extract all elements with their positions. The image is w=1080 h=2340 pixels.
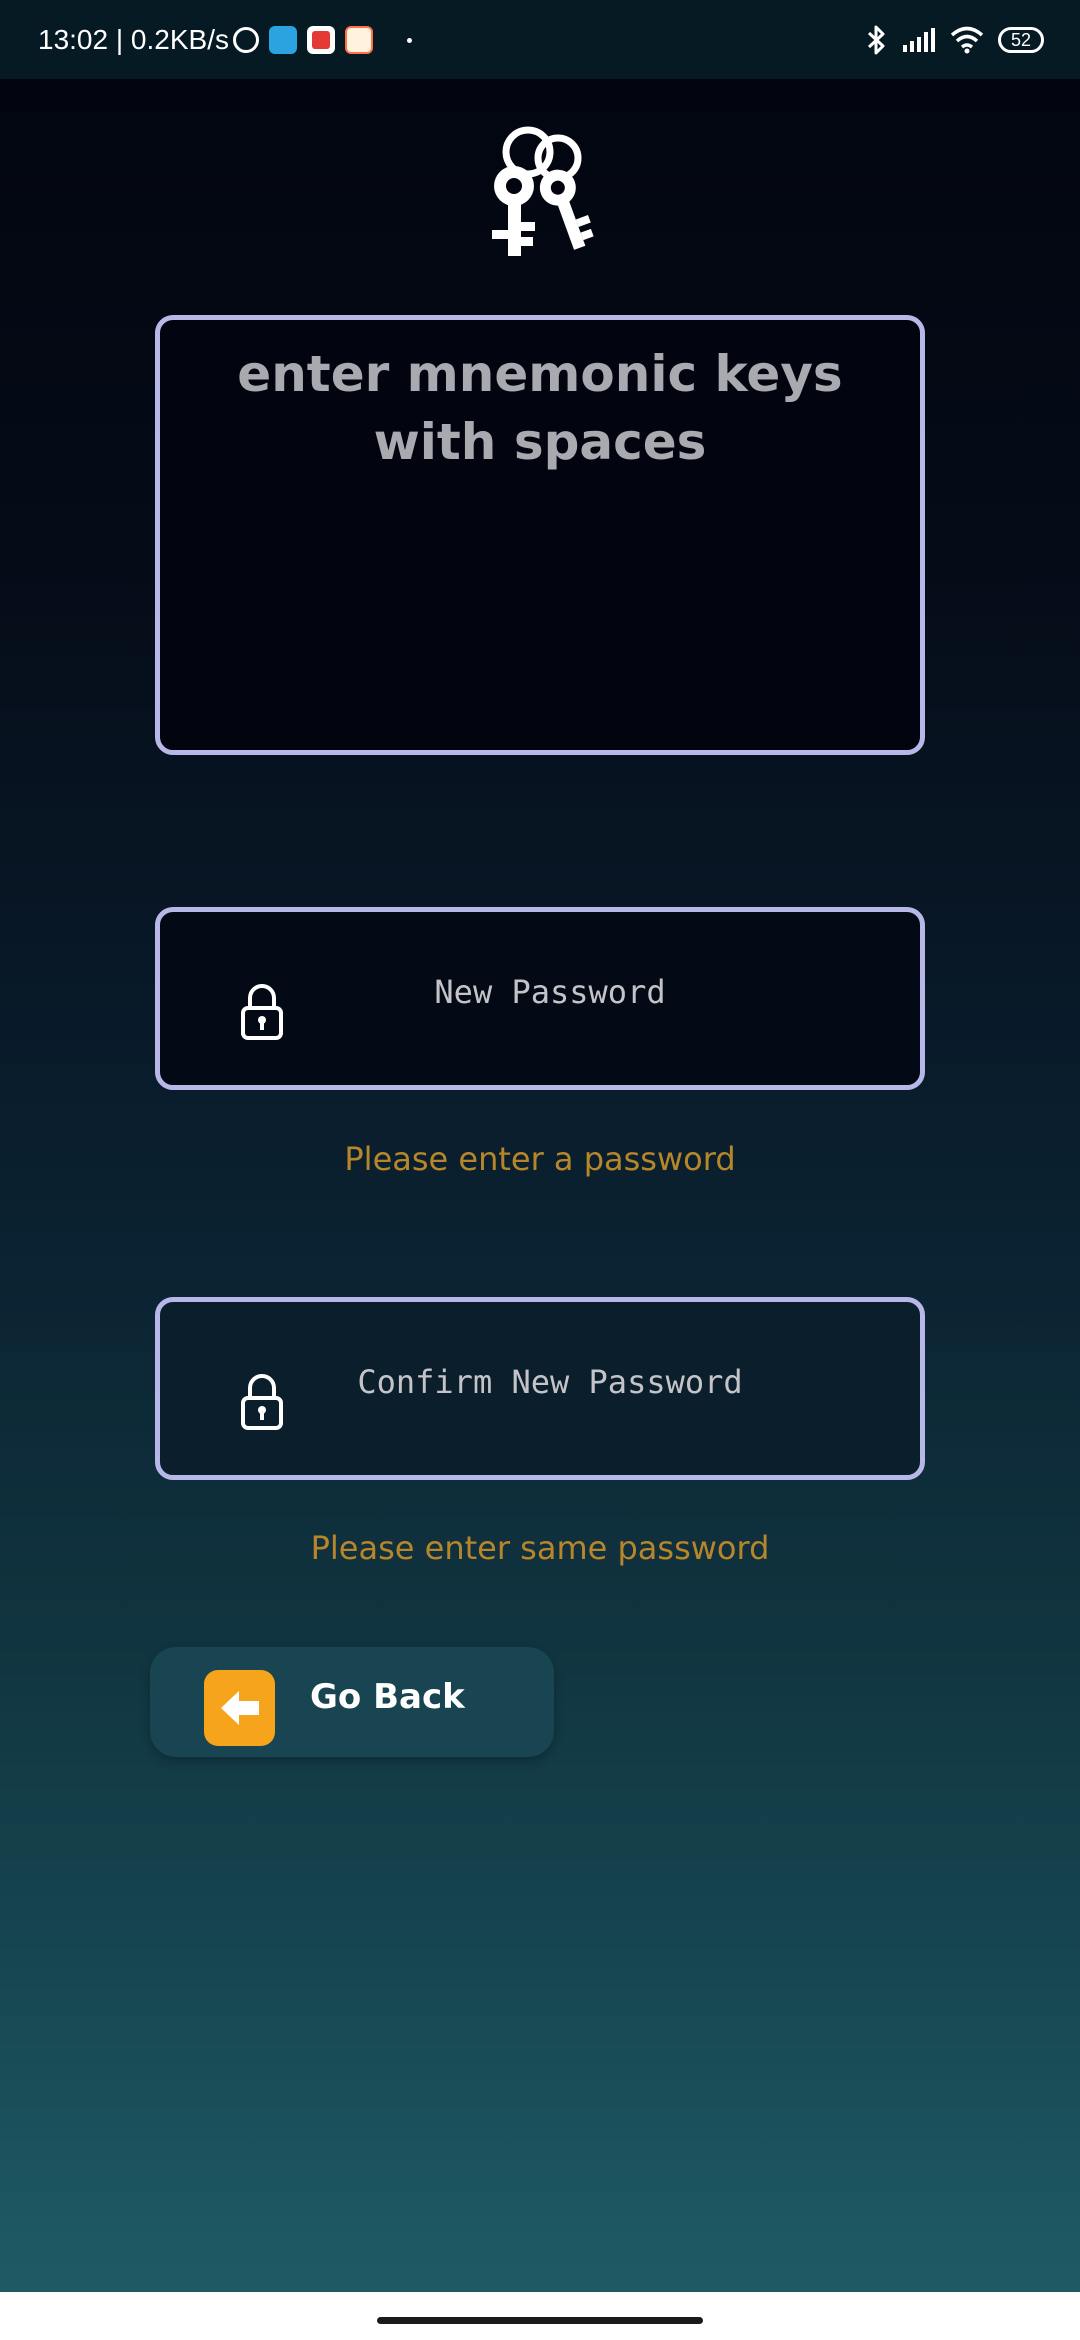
battery-icon: 52 bbox=[998, 27, 1044, 53]
lock-icon bbox=[241, 984, 283, 1040]
signal-icon bbox=[903, 28, 935, 52]
confirm-password-input[interactable] bbox=[300, 1342, 800, 1422]
status-bar-left: 13:02 | 0.2KB/s bbox=[38, 20, 412, 60]
mnemonic-input[interactable] bbox=[180, 340, 900, 730]
app-notification-icon bbox=[344, 26, 373, 54]
status-separator: | bbox=[108, 24, 131, 55]
lock-icon bbox=[241, 1374, 283, 1430]
alarm-icon bbox=[232, 27, 259, 53]
go-back-label: Go Back bbox=[310, 1677, 465, 1717]
telegram-icon bbox=[268, 26, 297, 54]
arrow-left-icon bbox=[204, 1670, 275, 1746]
go-back-button[interactable]: Go Back bbox=[150, 1647, 554, 1757]
status-bar-right: 52 bbox=[866, 18, 1044, 62]
wifi-icon bbox=[950, 26, 984, 54]
more-notifications-dot bbox=[406, 37, 412, 43]
bluetooth-icon bbox=[867, 25, 885, 55]
new-password-input[interactable] bbox=[300, 952, 800, 1032]
app-notification-icon bbox=[306, 26, 335, 54]
screen: 13:02 | 0.2KB/s 52 enter mnemonic keys w… bbox=[0, 0, 1080, 2340]
keys-icon bbox=[492, 126, 594, 256]
new-password-error: Please enter a password bbox=[344, 1140, 736, 1178]
status-network-speed: 0.2KB/s bbox=[130, 24, 229, 55]
home-indicator[interactable] bbox=[377, 2317, 703, 2324]
new-password-field[interactable] bbox=[155, 907, 925, 1090]
mnemonic-field[interactable] bbox=[155, 315, 925, 755]
confirm-password-error: Please enter same password bbox=[310, 1529, 770, 1567]
confirm-password-field[interactable] bbox=[155, 1297, 925, 1480]
status-bar: 13:02 | 0.2KB/s 52 bbox=[0, 0, 1080, 79]
battery-level: 52 bbox=[1010, 30, 1032, 50]
status-time: 13:02 bbox=[38, 24, 109, 55]
navigation-bar bbox=[0, 2292, 1080, 2340]
